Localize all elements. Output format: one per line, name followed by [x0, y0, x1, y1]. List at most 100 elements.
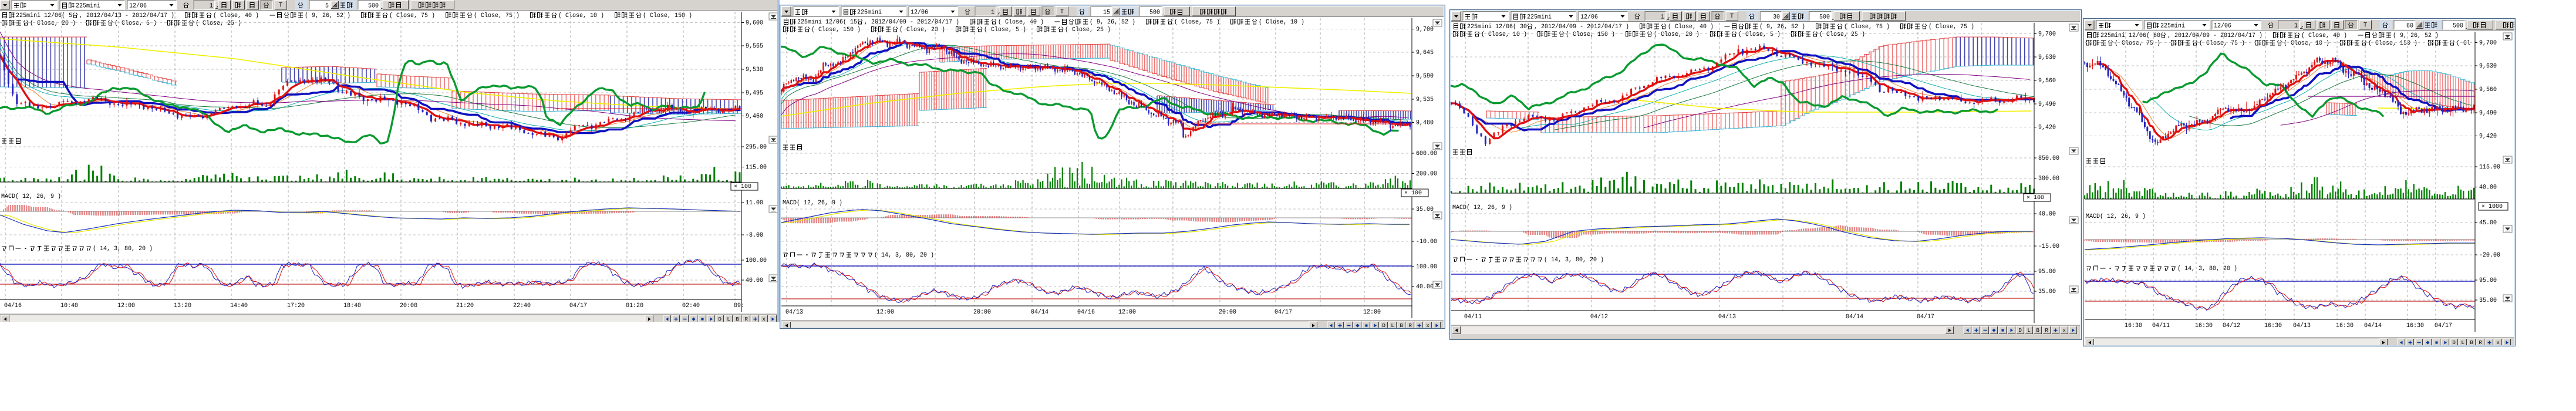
- svg-text:40.00: 40.00: [1416, 284, 1434, 291]
- svg-text:04/16: 04/16: [1077, 309, 1095, 316]
- svg-text:04/13: 04/13: [1718, 314, 1736, 321]
- svg-text:04/12: 04/12: [1590, 314, 1608, 321]
- svg-text:600.00: 600.00: [1416, 150, 1437, 157]
- svg-text:16:30: 16:30: [2264, 322, 2282, 329]
- svg-text:( Close, 40 ): ( Close, 40 ): [2301, 32, 2358, 39]
- svg-text:T: T: [1060, 9, 1064, 16]
- svg-text:9,565: 9,565: [746, 43, 763, 50]
- svg-text:( 14, 3, 80, 20 ): ( 14, 3, 80, 20 ): [2177, 265, 2237, 272]
- svg-text:9,700: 9,700: [1416, 26, 1434, 33]
- svg-text:× 100: × 100: [2027, 195, 2044, 201]
- svg-text:20:00: 20:00: [973, 309, 991, 316]
- svg-text:MACD( 12, 26, 9 ): MACD( 12, 26, 9 ): [1, 193, 61, 200]
- svg-text:x: x: [2497, 340, 2500, 346]
- svg-text:11.00: 11.00: [746, 200, 763, 207]
- svg-text:-8.00: -8.00: [746, 232, 763, 239]
- svg-text:× 1000: × 1000: [2481, 204, 2503, 210]
- svg-text:MACD( 12, 26, 9 ): MACD( 12, 26, 9 ): [2086, 213, 2146, 220]
- svg-text:L: L: [727, 316, 730, 322]
- svg-text:04/17: 04/17: [1917, 314, 1934, 321]
- svg-text:( Close, 75 ): ( Close, 75 ): [2199, 40, 2255, 47]
- svg-text:12:00: 12:00: [1118, 309, 1136, 316]
- svg-text:( Close, 75 ): ( Close, 75 ): [389, 12, 446, 19]
- svg-text:16:30: 16:30: [2125, 322, 2142, 329]
- svg-text:12/06: 12/06: [2214, 23, 2231, 30]
- svg-text:9,560: 9,560: [2479, 86, 2497, 93]
- svg-text:D: D: [719, 316, 721, 322]
- svg-text:225mini 12/06( 30: 225mini 12/06( 30: [1467, 23, 1527, 31]
- svg-text:× 100: × 100: [1404, 190, 1422, 197]
- svg-text:30: 30: [1773, 14, 1780, 21]
- svg-text:( 9, 26, 52 ): ( 9, 26, 52 ): [2393, 32, 2449, 39]
- svg-text:225mini: 225mini: [76, 3, 100, 10]
- svg-text:9,490: 9,490: [2038, 101, 2056, 108]
- svg-text:225mini 12/06( 15: 225mini 12/06( 15: [797, 19, 857, 26]
- svg-text:( Close, 10 ): ( Close, 10 ): [1481, 31, 1537, 38]
- svg-text:295.00: 295.00: [746, 144, 767, 151]
- svg-text:95.00: 95.00: [2479, 277, 2497, 284]
- svg-text:( Close, 150 ): ( Close, 150 ): [811, 26, 871, 33]
- svg-text:500: 500: [368, 3, 379, 10]
- svg-text:01:20: 01:20: [626, 302, 643, 309]
- svg-text:1: 1: [2294, 23, 2298, 30]
- svg-text:, 2012/04/09 - 2012/04/17 ): , 2012/04/09 - 2012/04/17 ): [864, 19, 970, 26]
- svg-text:9,420: 9,420: [2038, 124, 2056, 132]
- svg-text:40.00: 40.00: [2038, 211, 2056, 218]
- svg-text:9,420: 9,420: [2479, 133, 2497, 140]
- svg-text:16:30: 16:30: [2195, 322, 2213, 329]
- svg-text:9,630: 9,630: [2038, 54, 2056, 61]
- svg-text:( Close, 150 ): ( Close, 150 ): [2368, 40, 2428, 47]
- svg-text:( Close, 75 ): ( Close, 75 ): [2115, 40, 2171, 47]
- svg-text:, 2012/04/13 - 2012/04/17 ): , 2012/04/13 - 2012/04/17 ): [79, 12, 185, 19]
- svg-text:04/14: 04/14: [2364, 322, 2382, 329]
- svg-text:1: 1: [1661, 14, 1664, 21]
- svg-text:x: x: [2063, 328, 2066, 333]
- svg-text:( Close, 5 ): ( Close, 5 ): [114, 20, 167, 27]
- svg-text:L: L: [2462, 340, 2464, 346]
- svg-text:( Close, 40 ): ( Close, 40 ): [998, 19, 1054, 26]
- svg-text:95.00: 95.00: [2038, 268, 2056, 275]
- svg-text:9,700: 9,700: [2038, 31, 2056, 38]
- svg-text:35.00: 35.00: [2038, 288, 2056, 295]
- svg-text:, 2012/04/09 - 2012/04/17 ): , 2012/04/09 - 2012/04/17 ): [1534, 23, 1640, 31]
- svg-text:( Close, 10 ): ( Close, 10 ): [1259, 19, 1315, 26]
- svg-text:500: 500: [1819, 14, 1830, 21]
- svg-text:115.00: 115.00: [746, 164, 767, 171]
- svg-text:225mini: 225mini: [857, 9, 882, 16]
- svg-text:9,600: 9,600: [746, 20, 763, 27]
- svg-text:B: B: [2036, 328, 2040, 333]
- svg-text:12:00: 12:00: [876, 309, 894, 316]
- svg-text:( Close, 40 ): ( Close, 40 ): [213, 12, 269, 19]
- svg-text:17:20: 17:20: [287, 302, 305, 309]
- svg-text:13:20: 13:20: [174, 302, 191, 309]
- svg-text:12:00: 12:00: [117, 302, 135, 309]
- svg-text:22:40: 22:40: [513, 302, 531, 309]
- svg-text:04/14: 04/14: [1031, 309, 1048, 316]
- svg-text:× 100: × 100: [734, 184, 751, 190]
- svg-text:9,530: 9,530: [746, 66, 763, 73]
- svg-text:09:: 09:: [734, 302, 744, 309]
- svg-text:( 9, 26, 52 ): ( 9, 26, 52 ): [305, 12, 361, 19]
- svg-text:5: 5: [325, 3, 329, 10]
- svg-text:-15.00: -15.00: [2038, 243, 2059, 250]
- svg-text:T: T: [2363, 22, 2367, 29]
- svg-text:9,490: 9,490: [2479, 110, 2497, 117]
- svg-text:( Cl: ( Cl: [2456, 40, 2470, 47]
- svg-text:35.00: 35.00: [2479, 297, 2497, 304]
- svg-text:T: T: [1730, 14, 1734, 21]
- svg-text:45.00: 45.00: [2479, 220, 2497, 227]
- svg-text:60: 60: [2406, 23, 2413, 30]
- svg-text:R: R: [2045, 328, 2049, 333]
- svg-text:-10.00: -10.00: [1416, 238, 1437, 245]
- svg-text:16:30: 16:30: [2336, 322, 2354, 329]
- svg-text:( Close, 5 ): ( Close, 5 ): [984, 26, 1037, 33]
- svg-text:02:40: 02:40: [682, 302, 700, 309]
- svg-text:16:30: 16:30: [2406, 322, 2424, 329]
- svg-text:( Close, 20 ): ( Close, 20 ): [1654, 31, 1710, 38]
- svg-text:20:00: 20:00: [1219, 309, 1236, 316]
- svg-text:MACD( 12, 26, 9 ): MACD( 12, 26, 9 ): [1452, 204, 1512, 211]
- svg-text:( Close, 150 ): ( Close, 150 ): [1566, 31, 1626, 38]
- svg-text:( 14, 3, 80, 20 ): ( 14, 3, 80, 20 ): [874, 252, 934, 259]
- svg-text:300.00: 300.00: [2038, 176, 2059, 183]
- svg-text:04/12: 04/12: [2223, 322, 2240, 329]
